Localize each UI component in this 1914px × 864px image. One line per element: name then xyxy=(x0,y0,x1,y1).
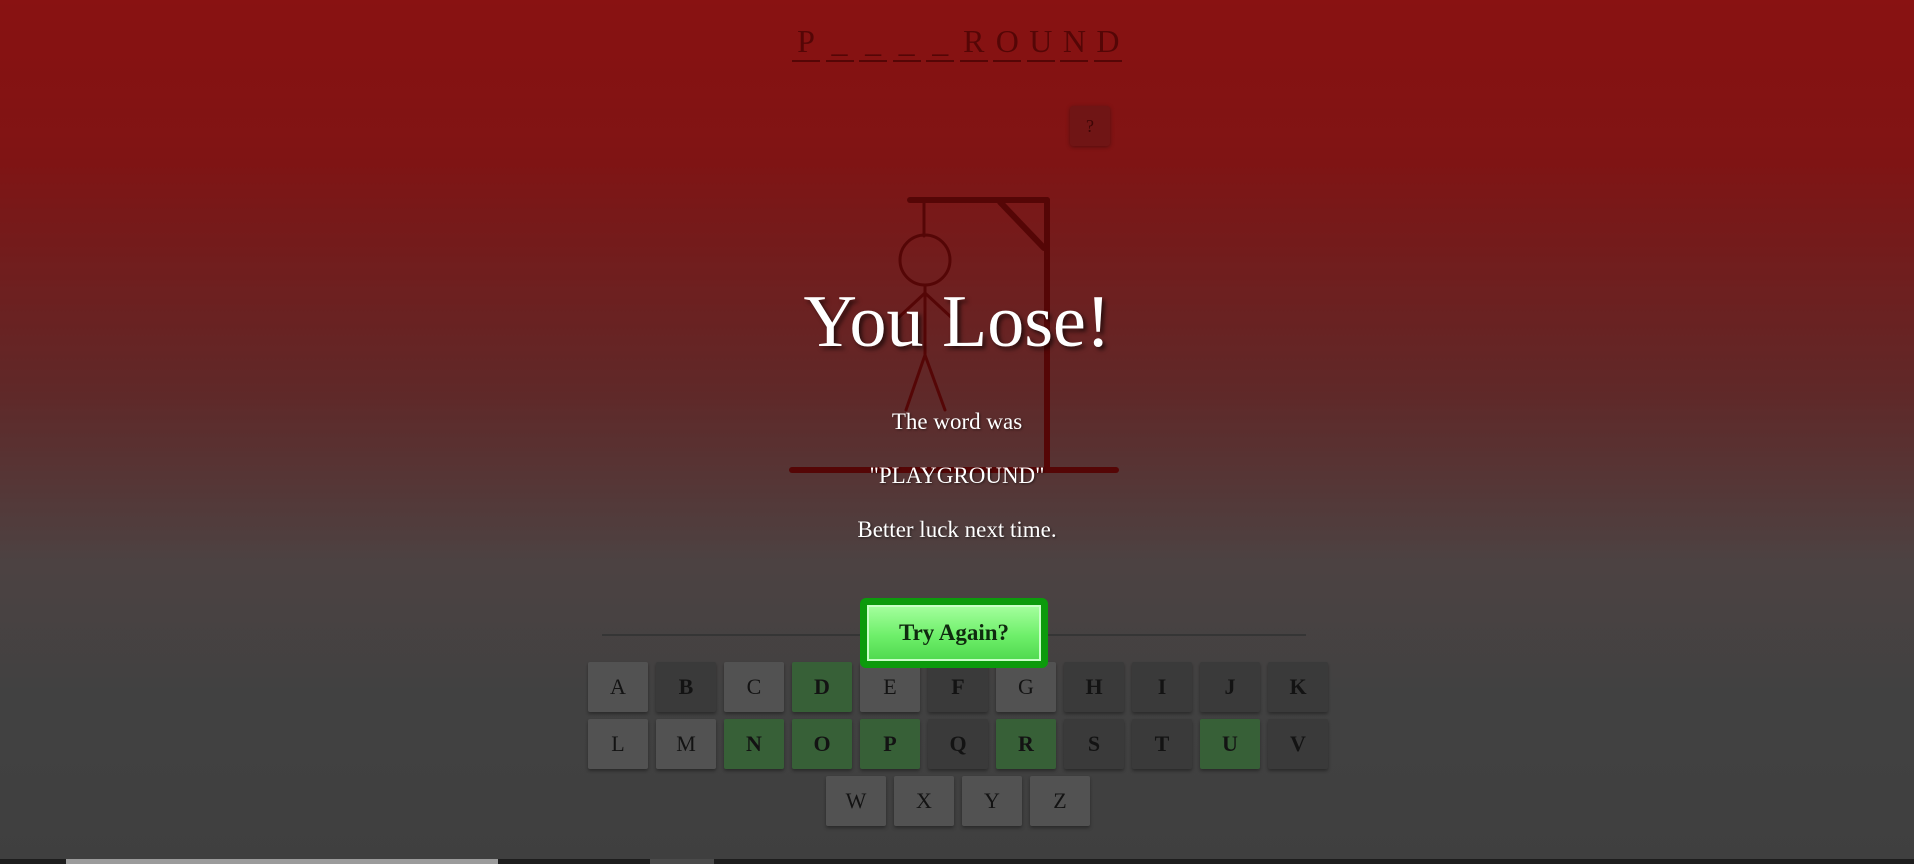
result-message-line1: The word was xyxy=(891,409,1023,434)
try-again-button[interactable]: Try Again? xyxy=(860,598,1048,668)
result-title: You Lose! xyxy=(803,281,1111,363)
taskbar xyxy=(0,859,1914,864)
taskbar-item[interactable] xyxy=(650,859,714,864)
result-message-line2: Better luck next time. xyxy=(857,517,1057,542)
taskbar-active-item[interactable] xyxy=(66,859,498,864)
result-overlay: You Lose! The word was "PLAYGROUND" Bett… xyxy=(0,0,1914,864)
try-again-label: Try Again? xyxy=(898,620,1010,645)
result-message-word: "PLAYGROUND" xyxy=(869,463,1045,488)
